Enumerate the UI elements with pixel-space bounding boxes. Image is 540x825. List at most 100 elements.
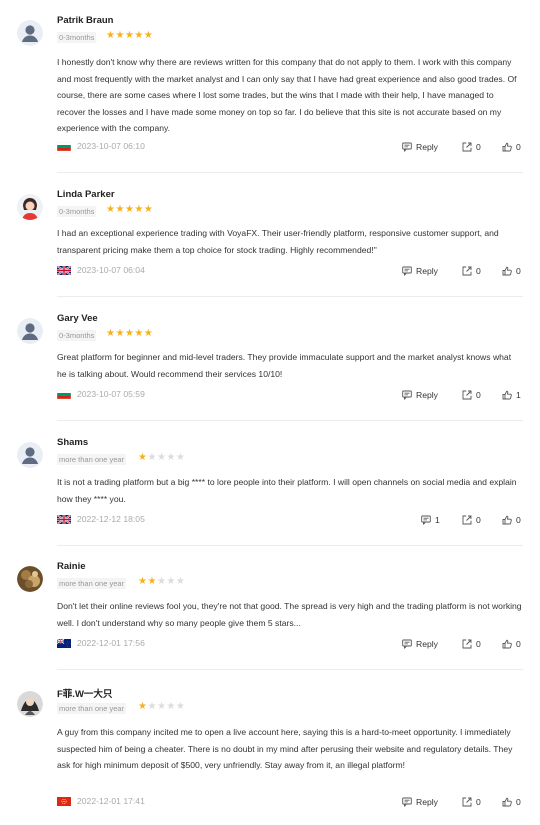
tenure-badge: 0-3months (57, 206, 97, 217)
comment-button[interactable]: 1 (421, 514, 440, 526)
review-datetime: 2023-10-07 06:04 (77, 265, 145, 275)
star-rating: ★★★★★ (106, 328, 153, 340)
review-datetime: 2022-12-12 18:05 (77, 514, 145, 524)
review-card: Gary Vee 0-3months ★★★★★ Great platform for… (0, 313, 540, 421)
reply-icon (402, 797, 416, 807)
share-button-label: 0 (476, 142, 481, 152)
reviewer-name[interactable]: Shams (57, 437, 88, 448)
share-button[interactable]: 0 (462, 141, 481, 153)
share-button[interactable]: 0 (462, 638, 481, 650)
star-empty-icon: ★ (156, 452, 167, 463)
like-button[interactable]: 0 (502, 265, 521, 277)
share-button[interactable]: 0 (462, 514, 481, 526)
star-rating: ★★★★★ (138, 452, 185, 464)
like-button[interactable]: 0 (502, 514, 521, 526)
review-divider (57, 545, 523, 546)
star-empty-icon: ★ (156, 576, 167, 587)
reviewer-name[interactable]: Rainie (57, 561, 86, 572)
review-datetime: 2023-10-07 05:59 (77, 389, 145, 399)
reply-button[interactable]: Reply (402, 638, 438, 650)
share-icon (462, 266, 476, 276)
uk-flag (57, 266, 71, 275)
like-button[interactable]: 0 (502, 796, 521, 808)
comment-button-label: 1 (435, 515, 440, 525)
bulgaria-flag (57, 142, 71, 151)
review-card: Shams more than one year ★★★★★ It is not a … (0, 437, 540, 546)
star-filled-icon: ★ (124, 328, 135, 339)
star-filled-icon: ★ (124, 204, 135, 215)
star-filled-icon: ★ (134, 328, 144, 339)
star-empty-icon: ★ (156, 701, 167, 712)
reviewer-name[interactable]: Patrik Braun (57, 15, 114, 26)
thumbs-up-icon (502, 266, 516, 276)
share-icon (462, 142, 476, 152)
reply-button[interactable]: Reply (402, 141, 438, 153)
star-filled-icon: ★ (124, 30, 135, 41)
reply-button-label: Reply (416, 390, 438, 400)
avatar[interactable] (17, 442, 43, 468)
review-text: I honestly don't know why there are revi… (57, 57, 517, 133)
share-button[interactable]: 0 (462, 389, 481, 401)
reply-button-label: Reply (416, 266, 438, 276)
star-empty-icon: ★ (175, 576, 186, 587)
share-icon (462, 639, 476, 649)
review-meta: 2023-10-07 05:59 Reply 0 1 (57, 389, 523, 401)
review-divider (57, 669, 523, 670)
comment-icon (421, 515, 435, 525)
star-empty-icon: ★ (175, 452, 186, 463)
review-card: Rainie more than one year ★★★★★ Don't let t… (0, 561, 540, 670)
review-divider (57, 296, 523, 297)
hong-kong-flag (57, 797, 71, 806)
share-button-label: 0 (476, 515, 481, 525)
reply-button[interactable]: Reply (402, 796, 438, 808)
review-text: I had an exceptional experience trading … (57, 228, 499, 255)
uk-flag (57, 515, 71, 524)
like-button-label: 0 (516, 797, 521, 807)
share-button-label: 0 (476, 266, 481, 276)
star-rating: ★★★★★ (138, 701, 185, 713)
review-meta: 2022-12-01 17:41 Reply 0 0 (57, 796, 523, 808)
star-filled-icon: ★ (115, 30, 125, 41)
tenure-badge: more than one year (57, 578, 127, 589)
like-button[interactable]: 1 (502, 389, 521, 401)
new-zealand-flag (57, 639, 71, 648)
review-datetime: 2022-12-01 17:41 (77, 796, 145, 806)
star-filled-icon: ★ (143, 328, 154, 339)
review-meta: 2022-12-12 18:05 1 0 0 (57, 514, 523, 526)
tenure-badge: more than one year (57, 454, 127, 465)
reply-button-label: Reply (416, 797, 438, 807)
star-empty-icon: ★ (147, 701, 157, 712)
share-button[interactable]: 0 (462, 265, 481, 277)
share-icon (462, 515, 476, 525)
review-divider (57, 420, 523, 421)
like-button-label: 1 (516, 390, 521, 400)
share-button-label: 0 (476, 797, 481, 807)
bulgaria-flag (57, 390, 71, 399)
reply-button-label: Reply (416, 142, 438, 152)
like-button[interactable]: 0 (502, 141, 521, 153)
avatar[interactable] (17, 20, 43, 46)
reply-icon (402, 142, 416, 152)
reviewer-name[interactable]: F菲.W一大只 (57, 686, 112, 700)
star-filled-icon: ★ (134, 30, 144, 41)
star-filled-icon: ★ (143, 204, 154, 215)
star-empty-icon: ★ (175, 701, 186, 712)
avatar[interactable] (17, 194, 43, 220)
review-card: F菲.W一大只 more than one year ★★★★★ A guy from… (0, 689, 540, 825)
avatar[interactable] (17, 318, 43, 344)
review-datetime: 2023-10-07 06:10 (77, 141, 145, 151)
reply-button[interactable]: Reply (402, 265, 438, 277)
reply-button[interactable]: Reply (402, 389, 438, 401)
avatar[interactable] (17, 691, 43, 717)
avatar[interactable] (17, 566, 43, 592)
star-rating: ★★★★★ (106, 204, 153, 216)
share-button[interactable]: 0 (462, 796, 481, 808)
tenure-badge: more than one year (57, 703, 127, 714)
star-empty-icon: ★ (147, 452, 157, 463)
share-button-label: 0 (476, 390, 481, 400)
reviewer-name[interactable]: Gary Vee (57, 313, 98, 324)
like-button[interactable]: 0 (502, 638, 521, 650)
reviewer-name[interactable]: Linda Parker (57, 189, 115, 200)
review-card: Linda Parker 0-3months ★★★★★ I had an excep… (0, 189, 540, 297)
review-text: Don't let their online reviews fool you,… (57, 601, 522, 628)
